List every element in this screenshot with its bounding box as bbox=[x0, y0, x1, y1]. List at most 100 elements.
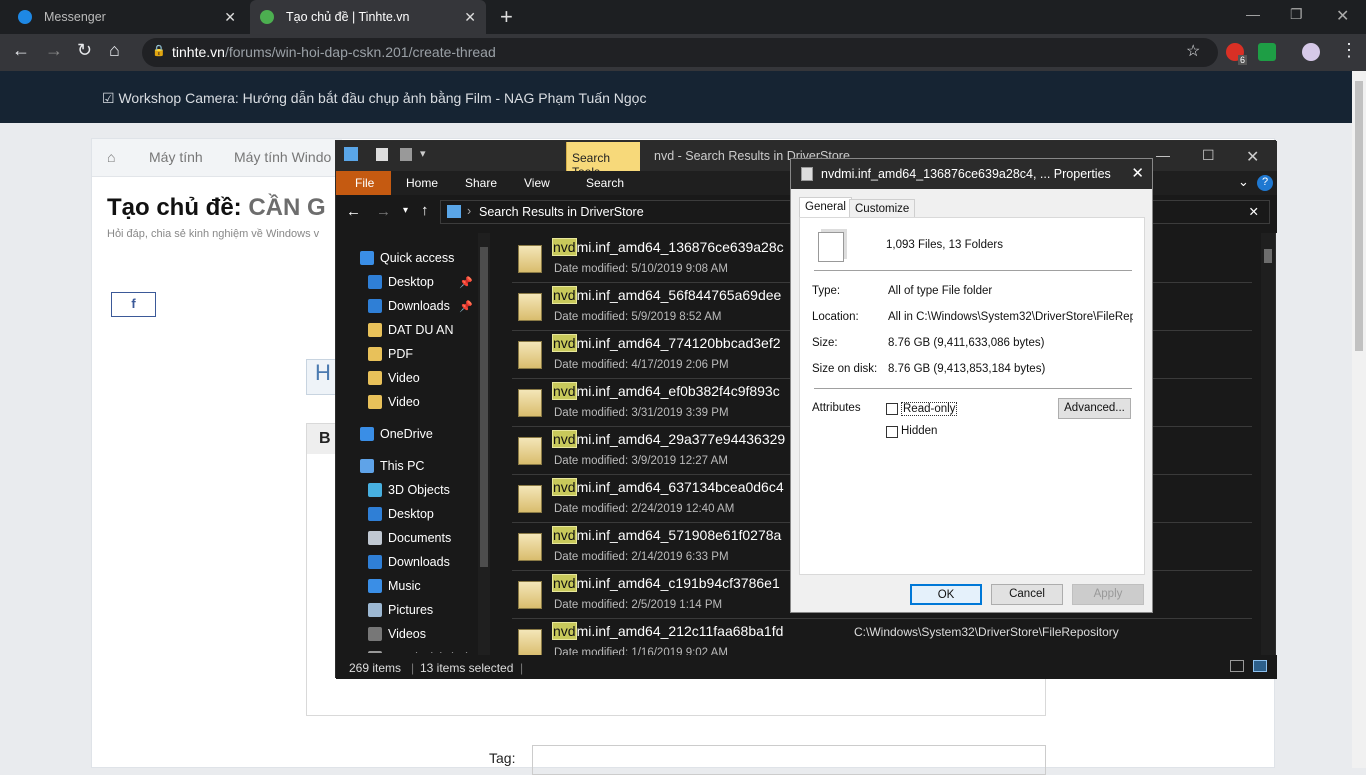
ribbon-tab-home[interactable]: Home bbox=[406, 176, 438, 190]
close-window-icon[interactable]: ✕ bbox=[1336, 6, 1349, 26]
checkmark-extension-icon[interactable] bbox=[1258, 43, 1276, 61]
download-icon bbox=[368, 299, 382, 313]
location-label: Location: bbox=[812, 311, 859, 323]
advanced-button[interactable]: Advanced... bbox=[1058, 398, 1131, 419]
menu-kebab-icon[interactable]: ⋮ bbox=[1340, 40, 1358, 61]
nav-item[interactable]: Desktop 📌 bbox=[336, 271, 486, 293]
facebook-share-button[interactable]: f bbox=[111, 292, 156, 317]
folder-icon bbox=[518, 245, 542, 273]
ribbon-tab-search[interactable]: Search bbox=[586, 176, 624, 190]
calendar-icon: ☑ bbox=[102, 90, 115, 106]
readonly-label[interactable]: Read-only bbox=[901, 402, 958, 416]
results-scrollbar[interactable] bbox=[1261, 233, 1275, 655]
tab-customize[interactable]: Customize bbox=[849, 199, 916, 218]
new-tab-icon[interactable]: + bbox=[500, 4, 513, 30]
result-name: nvdmi.inf_amd64_29a377e94436329 bbox=[552, 430, 786, 448]
announcement-link[interactable]: Workshop Camera: Hướng dẫn bắt đầu chụp … bbox=[118, 90, 646, 106]
nav-item[interactable]: This PC bbox=[336, 455, 486, 477]
nav-item[interactable]: OneDrive bbox=[336, 423, 486, 445]
cancel-button[interactable]: Cancel bbox=[991, 584, 1063, 605]
nav-item[interactable]: Video bbox=[336, 367, 486, 389]
page-scrollbar[interactable] bbox=[1352, 71, 1366, 768]
bookmark-star-icon[interactable]: ☆ bbox=[1186, 41, 1200, 61]
minimize-icon[interactable]: — bbox=[1156, 147, 1170, 163]
navigation-scrollbar[interactable] bbox=[478, 233, 490, 655]
hidden-checkbox[interactable] bbox=[886, 426, 898, 438]
nav-item[interactable]: Documents bbox=[336, 527, 486, 549]
folder-icon bbox=[518, 581, 542, 609]
nav-item-label: Downloads bbox=[388, 299, 450, 313]
nav-item[interactable]: Downloads bbox=[336, 551, 486, 573]
restore-icon[interactable]: ❐ bbox=[1290, 6, 1303, 23]
result-row[interactable]: nvdmi.inf_amd64_212c11faa68ba1fd Date mod… bbox=[512, 619, 1252, 655]
home-icon[interactable]: ⌂ bbox=[107, 149, 115, 165]
expand-ribbon-icon[interactable]: ⌄ bbox=[1238, 174, 1249, 190]
back-icon[interactable]: ← bbox=[346, 203, 361, 220]
close-tab-icon[interactable]: ✕ bbox=[464, 9, 476, 26]
close-tab-icon[interactable]: ✕ bbox=[224, 9, 236, 26]
result-date: Date modified: 2/14/2019 6:33 PM bbox=[554, 551, 729, 563]
nav-item[interactable]: 3D Objects bbox=[336, 479, 486, 501]
readonly-checkbox[interactable] bbox=[886, 403, 898, 415]
tiles-view-icon[interactable] bbox=[1253, 660, 1267, 672]
breadcrumb-item[interactable]: Máy tính Windo bbox=[234, 149, 331, 165]
tab-tinhte[interactable]: Tạo chủ đề | Tinhte.vn ✕ bbox=[250, 0, 486, 34]
lock-icon[interactable]: 🔒 bbox=[152, 44, 166, 57]
nav-item[interactable]: Quick access bbox=[336, 247, 486, 269]
new-folder-quick-icon[interactable] bbox=[400, 148, 412, 161]
result-date: Date modified: 3/31/2019 3:39 PM bbox=[554, 407, 729, 419]
hidden-label[interactable]: Hidden bbox=[901, 425, 937, 437]
result-name: nvdmi.inf_amd64_637134bcea0d6c4 bbox=[552, 478, 784, 496]
nav-item[interactable]: Pictures bbox=[336, 599, 486, 621]
tab-general[interactable]: General bbox=[799, 197, 852, 218]
pin-icon: 📌 bbox=[459, 300, 473, 313]
close-icon[interactable]: ✕ bbox=[1131, 164, 1144, 182]
star-icon bbox=[360, 251, 374, 265]
breadcrumb-item[interactable]: Máy tính bbox=[149, 149, 203, 165]
forward-icon[interactable]: → bbox=[376, 203, 391, 220]
heading-button[interactable]: H bbox=[306, 359, 336, 395]
folder-icon bbox=[368, 323, 382, 337]
minimize-icon[interactable]: — bbox=[1246, 6, 1260, 22]
ribbon-tab-view[interactable]: View bbox=[524, 176, 550, 190]
nav-item[interactable]: Music bbox=[336, 575, 486, 597]
folder-icon bbox=[518, 533, 542, 561]
pin-icon: 📌 bbox=[459, 276, 473, 289]
properties-quick-icon[interactable] bbox=[376, 148, 388, 161]
help-icon[interactable]: ? bbox=[1257, 175, 1273, 191]
files-icon bbox=[801, 167, 813, 181]
recent-locations-icon[interactable]: ▾ bbox=[403, 205, 408, 216]
breadcrumb: ⌂ Máy tính Máy tính Windo bbox=[92, 139, 342, 177]
quick-access-dropdown-icon[interactable]: ▾ bbox=[420, 147, 426, 160]
up-icon[interactable]: ↑ bbox=[421, 202, 429, 219]
back-icon[interactable]: ← bbox=[12, 40, 30, 61]
tab-title: Messenger bbox=[44, 10, 106, 24]
reload-icon[interactable]: ↻ bbox=[77, 40, 92, 61]
tag-input[interactable] bbox=[532, 745, 1046, 775]
nav-item[interactable]: Local Disk (C:) bbox=[336, 647, 486, 653]
result-date: Date modified: 1/16/2019 9:02 AM bbox=[554, 647, 728, 655]
close-window-icon[interactable]: ✕ bbox=[1246, 147, 1259, 167]
forward-icon[interactable]: → bbox=[45, 40, 63, 61]
nav-item[interactable]: Videos bbox=[336, 623, 486, 645]
details-view-icon[interactable] bbox=[1230, 660, 1244, 672]
nav-item-label: Downloads bbox=[388, 555, 450, 569]
apply-button[interactable]: Apply bbox=[1072, 584, 1144, 605]
nav-item[interactable]: PDF bbox=[336, 343, 486, 365]
nav-item[interactable]: Desktop bbox=[336, 503, 486, 525]
address-bar[interactable]: tinhte.vn/forums/win-hoi-dap-cskn.201/cr… bbox=[142, 38, 1218, 67]
tab-messenger[interactable]: Messenger ✕ bbox=[8, 0, 246, 34]
bold-button[interactable]: B bbox=[307, 424, 337, 454]
nav-item[interactable]: Video bbox=[336, 391, 486, 413]
ribbon-tab-file[interactable]: File bbox=[355, 176, 374, 190]
profile-avatar[interactable] bbox=[1302, 43, 1320, 61]
nav-item[interactable]: DAT DU AN bbox=[336, 319, 486, 341]
ribbon-tab-share[interactable]: Share bbox=[465, 176, 497, 190]
clear-search-icon[interactable]: ✕ bbox=[1249, 204, 1259, 219]
dialog-title-bar: nvdmi.inf_amd64_136876ce639a28c4, ... Pr… bbox=[791, 159, 1152, 189]
ok-button[interactable]: OK bbox=[910, 584, 982, 605]
nav-item[interactable]: Downloads 📌 bbox=[336, 295, 486, 317]
maximize-icon[interactable]: ☐ bbox=[1202, 147, 1215, 164]
search-tools-tab[interactable]: Search Tools bbox=[566, 142, 640, 179]
home-icon[interactable]: ⌂ bbox=[109, 40, 120, 61]
